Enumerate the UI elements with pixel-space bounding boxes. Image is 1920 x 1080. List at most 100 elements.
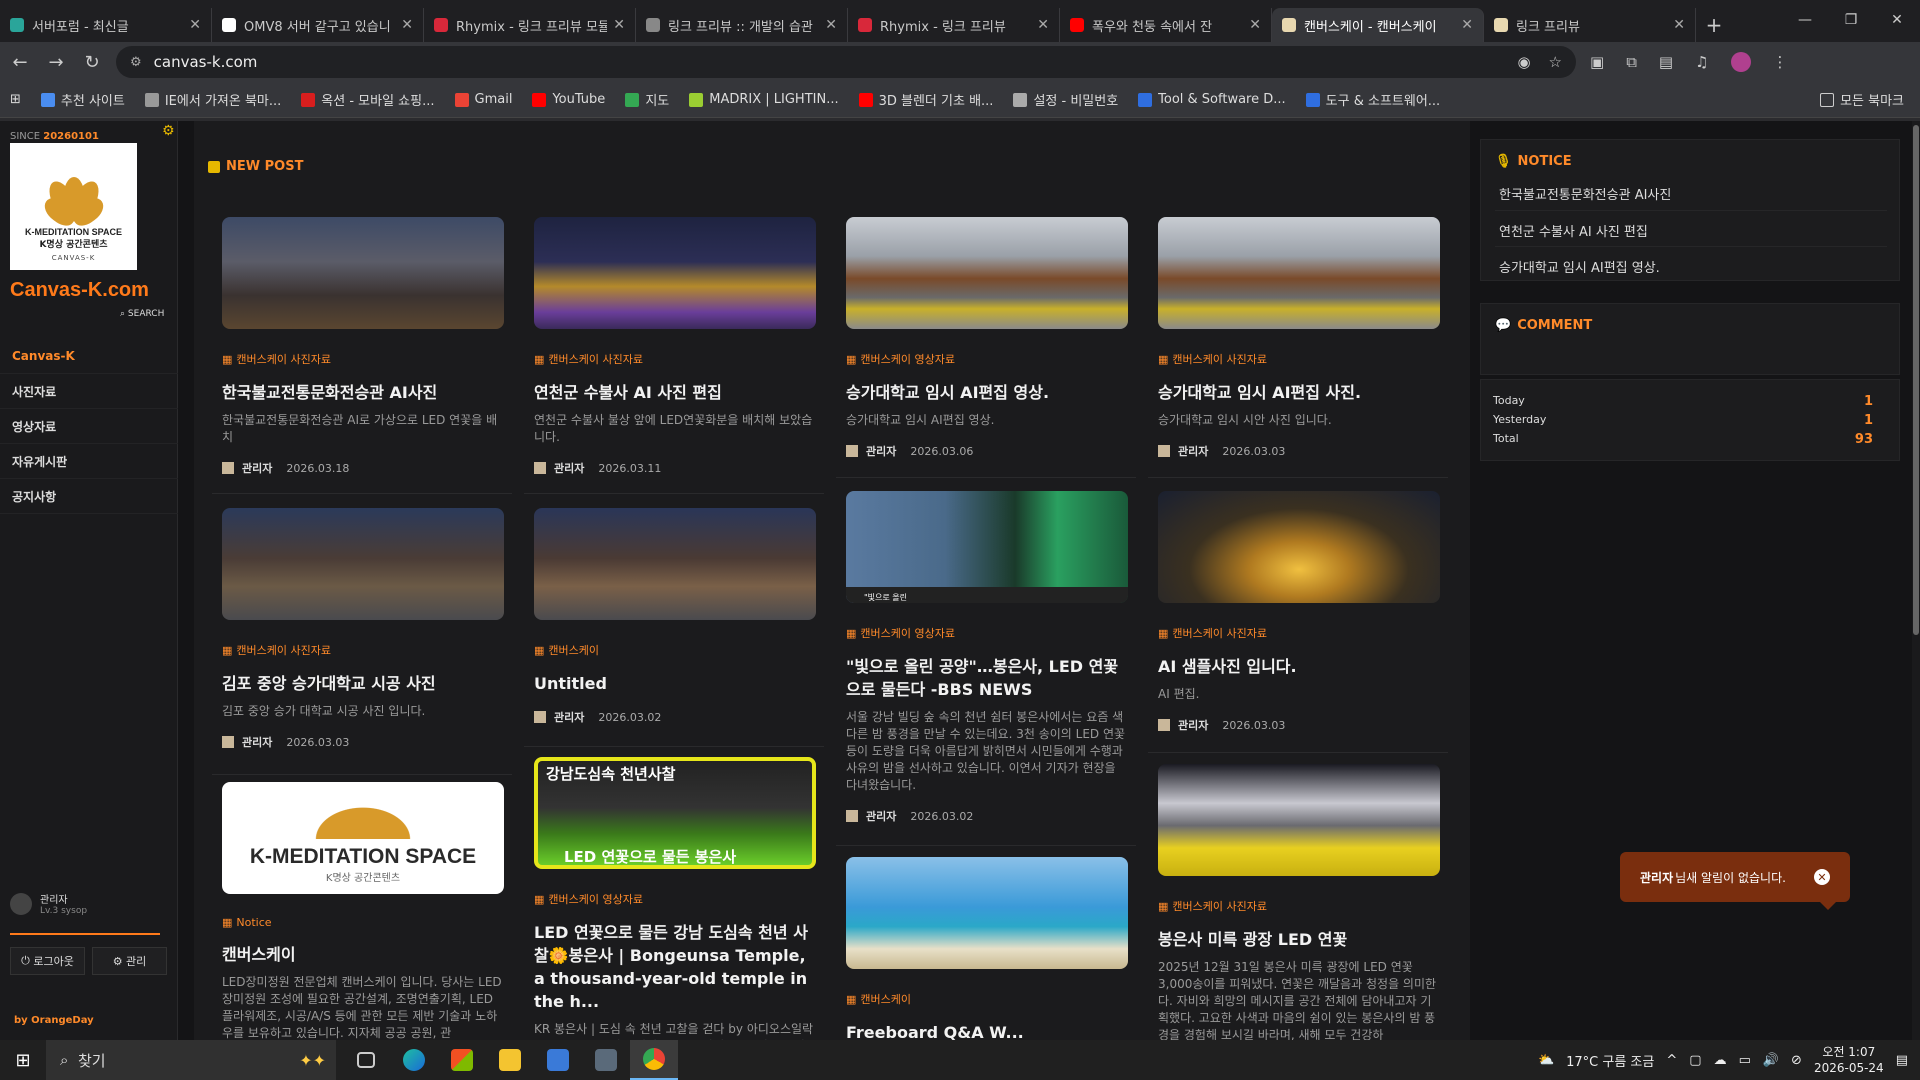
post-card[interactable]: "빛으로 올린 ▦ 캔버스케이 영상자료 "빛으로 올린 공양"…봉은사, LED… [846,491,1128,824]
post-category[interactable]: ▦ 캔버스케이 [534,642,816,658]
post-thumbnail[interactable] [222,508,504,620]
search-button[interactable]: ⌕ SEARCH [120,309,164,319]
bookmark-item[interactable]: 지도 [625,90,669,109]
browser-tab[interactable]: 링크 프리뷰 ✕ [1484,8,1696,42]
side-panel-icon[interactable]: ▤ [1659,53,1673,71]
post-category[interactable]: ▦ 캔버스케이 [846,991,1128,1007]
tray-app-icon[interactable]: ▢ [1689,1053,1701,1068]
logout-button[interactable]: ⏻ 로그아웃 [10,947,85,975]
bookmark-item[interactable]: Gmail [454,92,512,107]
post-category[interactable]: ▦ 캔버스케이 영상자료 [846,351,1128,367]
post-thumbnail[interactable] [222,217,504,329]
post-title[interactable]: 한국불교전통문화전승관 AI사진 [222,381,504,404]
post-thumbnail[interactable] [846,217,1128,329]
notice-item[interactable]: 한국불교전통문화전승관 AI사진 [1499,184,1671,203]
post-card[interactable]: ▦ 캔버스케이 사진자료 봉은사 미륵 광장 LED 연꽃 2025년 12월 3… [1158,764,1440,1040]
network-icon[interactable]: ▭ [1739,1053,1751,1068]
post-card[interactable]: K-MEDITATION SPACE K명상 공간콘텐츠 ▦ Notice 캔버스… [222,782,504,1040]
task-view-icon[interactable] [342,1040,390,1080]
post-thumbnail[interactable] [1158,491,1440,603]
notice-item[interactable]: 연천군 수불사 AI 사진 편집 [1499,221,1648,240]
post-category[interactable]: ▦ 캔버스케이 사진자료 [1158,898,1440,914]
post-category[interactable]: ▦ 캔버스케이 사진자료 [222,351,504,367]
post-title[interactable]: AI 샘플사진 입니다. [1158,655,1440,678]
post-category[interactable]: ▦ 캔버스케이 사진자료 [1158,625,1440,641]
post-category[interactable]: ▦ 캔버스케이 사진자료 [1158,351,1440,367]
post-title[interactable]: Untitled [534,672,816,695]
post-title[interactable]: Freeboard Q&A W... [846,1021,1128,1040]
gear-icon[interactable]: ⚙ [162,123,175,139]
sidebar-menu-item[interactable]: Canvas-K [0,339,178,374]
post-card[interactable]: ▦ 캔버스케이 사진자료 김포 중앙 승가대학교 시공 사진 김포 중앙 승가 대… [222,508,504,750]
sidebar-menu-item[interactable]: 자유게시판 [0,444,178,479]
notification-center-icon[interactable]: ▤ [1896,1053,1908,1068]
browser-tab[interactable]: 캔버스케이 - 캔버스케이 ✕ [1272,8,1484,42]
address-bar[interactable]: ⚙ canvas-k.com ◉ ☆ [116,46,1576,78]
post-category[interactable]: ▦ 캔버스케이 영상자료 [534,891,816,907]
sidebar-menu-item[interactable]: 공지사항 [0,479,178,514]
post-category[interactable]: ▦ 캔버스케이 사진자료 [222,642,504,658]
windows-start-icon[interactable]: ⊞ [0,1040,46,1080]
tab-close-icon[interactable]: ✕ [1461,17,1473,33]
browser-tab[interactable]: OMV8 서버 같구고 있습니 ✕ [212,8,424,42]
browser-tab[interactable]: Rhymix - 링크 프리뷰 모듈 ✕ [424,8,636,42]
bookmark-item[interactable]: 도구 & 소프트웨어... [1305,90,1440,109]
post-thumbnail[interactable] [846,857,1128,969]
post-category[interactable]: ▦ Notice [222,916,504,929]
post-category[interactable]: ▦ 캔버스케이 영상자료 [846,625,1128,641]
tab-close-icon[interactable]: ✕ [1249,17,1261,33]
notice-item[interactable]: 승가대학교 임시 AI편집 영상. [1499,257,1660,276]
browser-tab[interactable]: 서버포럼 - 최신글 ✕ [0,8,212,42]
cast-icon[interactable]: ▣ [1590,53,1604,71]
post-title[interactable]: "빛으로 올린 공양"…봉은사, LED 연꽃으로 물든다 -BBS NEWS [846,655,1128,701]
page-scrollbar[interactable] [1912,121,1920,1040]
weather-icon[interactable]: ⛅ [1538,1053,1554,1068]
tab-close-icon[interactable]: ✕ [401,17,413,33]
admin-button[interactable]: ⚙ 관리 [92,947,167,975]
sidebar-menu-item[interactable]: 영상자료 [0,409,178,444]
sidebar-menu-item[interactable]: 사진자료 [0,374,178,409]
extensions-icon[interactable]: ⧉ [1626,53,1637,71]
post-thumbnail[interactable]: 강남도심속 천년사찰 LED 연꽃으로 물든 봉은사 [534,757,816,869]
bookmark-item[interactable]: IE에서 가져온 북마... [144,90,281,109]
post-title[interactable]: LED 연꽃으로 물든 강남 도심속 천년 사찰🌼봉은사 | Bongeunsa… [534,921,816,1013]
weather-text[interactable]: 17°C 구름 조금 [1566,1051,1654,1070]
site-name[interactable]: Canvas-K.com [10,279,149,302]
post-thumbnail[interactable] [534,508,816,620]
tab-close-icon[interactable]: ✕ [613,17,625,33]
tab-close-icon[interactable]: ✕ [825,17,837,33]
post-card[interactable]: ▦ 캔버스케이 사진자료 연천군 수불사 AI 사진 편집 연천군 수불사 불상 … [534,217,816,476]
edge-icon[interactable] [390,1040,438,1080]
menu-icon[interactable]: ⋮ [1773,53,1788,71]
post-thumbnail[interactable] [1158,217,1440,329]
new-tab-button[interactable]: + [1696,8,1732,42]
post-title[interactable]: 김포 중앙 승가대학교 시공 사진 [222,672,504,695]
cloud-icon[interactable]: ☁ [1714,1053,1727,1068]
post-card[interactable]: ▦ 캔버스케이 사진자료 AI 샘플사진 입니다. AI 편집. 관리자 2026.… [1158,491,1440,733]
post-thumbnail[interactable] [1158,764,1440,876]
scrollbar-thumb[interactable] [1913,125,1919,635]
close-window-icon[interactable]: ✕ [1874,0,1920,40]
chevron-up-icon[interactable]: ^ [1666,1053,1677,1068]
bookmark-item[interactable]: 추천 사이트 [40,90,125,109]
clock[interactable]: 오전 1:07 2026-05-24 [1814,1044,1884,1076]
forward-icon[interactable]: → [40,46,72,78]
eye-icon[interactable]: ◉ [1517,53,1530,71]
all-bookmarks-button[interactable]: 모든 북마크 [1820,90,1904,109]
bookmark-item[interactable]: 옥션 - 모바일 쇼핑... [301,90,435,109]
site-info-icon[interactable]: ⚙ [130,55,142,70]
notification-off-icon[interactable]: ⊘ [1791,1053,1802,1068]
post-thumbnail[interactable] [534,217,816,329]
post-card[interactable]: 강남도심속 천년사찰 LED 연꽃으로 물든 봉은사 ▦ 캔버스케이 영상자료 L… [534,757,816,1040]
post-category[interactable]: ▦ 캔버스케이 사진자료 [534,351,816,367]
back-icon[interactable]: ← [4,46,36,78]
network-app-icon[interactable] [534,1040,582,1080]
post-title[interactable]: 봉은사 미륵 광장 LED 연꽃 [1158,928,1440,951]
post-card[interactable]: ▦ 캔버스케이 사진자료 한국불교전통문화전승관 AI사진 한국불교전통문화전승관… [222,217,504,476]
post-card[interactable]: ▦ 캔버스케이 영상자료 승가대학교 임시 AI편집 영상. 승가대학교 임시 A… [846,217,1128,459]
minimize-icon[interactable]: — [1782,0,1828,40]
post-title[interactable]: 연천군 수불사 AI 사진 편집 [534,381,816,404]
media-icon[interactable]: ♫ [1695,53,1708,71]
bookmark-item[interactable]: 3D 블렌더 기초 배... [858,90,993,109]
post-card[interactable]: ▦ 캔버스케이 사진자료 승가대학교 임시 AI편집 사진. 승가대학교 임시 시… [1158,217,1440,459]
